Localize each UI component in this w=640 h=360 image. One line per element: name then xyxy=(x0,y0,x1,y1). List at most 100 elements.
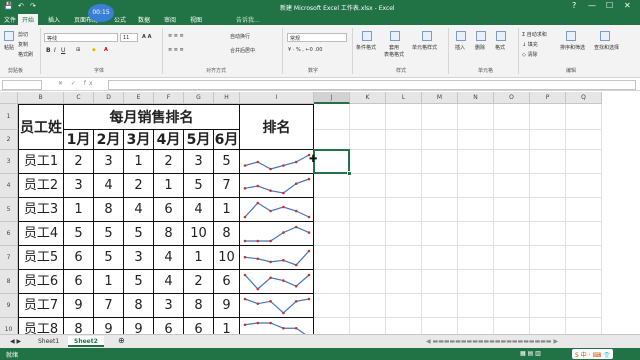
sales-rank-cell[interactable]: 8 xyxy=(154,222,184,246)
sales-rank-cell[interactable]: 4 xyxy=(124,198,154,222)
sales-rank-cell[interactable]: 9 xyxy=(64,294,94,318)
sort-filter-button[interactable]: 排序和筛选 xyxy=(560,44,585,51)
row-header-8[interactable]: 8 xyxy=(0,270,18,294)
cell-style-button[interactable]: 单元格样式 xyxy=(412,44,437,51)
fill-color-icon[interactable]: ◆ xyxy=(92,47,96,53)
sales-rank-cell[interactable]: 3 xyxy=(64,174,94,198)
monthly-rank-header-cell[interactable]: 每月销售排名 xyxy=(64,104,240,130)
currency-icon[interactable]: ¥ · % , ←0 .00 xyxy=(288,47,322,53)
column-header-h[interactable]: H xyxy=(214,92,240,104)
row-header-9[interactable]: 9 xyxy=(0,294,18,318)
employee-name-cell[interactable]: 员工8 xyxy=(18,318,64,334)
month-header-cell[interactable]: 5月 xyxy=(184,130,214,150)
sales-rank-cell[interactable]: 5 xyxy=(94,246,124,270)
align-left-icon[interactable]: ≡ ≡ ≡ xyxy=(168,47,184,53)
tab-view[interactable]: 视图 xyxy=(190,15,202,24)
sales-rank-cell[interactable]: 5 xyxy=(214,150,240,174)
fill-button[interactable]: ↓ 填充 xyxy=(522,41,538,48)
sales-rank-cell[interactable]: 9 xyxy=(94,318,124,334)
close-button[interactable]: ✕ xyxy=(624,1,631,10)
sales-rank-cell[interactable]: 5 xyxy=(124,222,154,246)
sales-rank-cell[interactable]: 9 xyxy=(124,318,154,334)
help-icon[interactable]: ? xyxy=(572,1,576,10)
column-header-n[interactable]: N xyxy=(458,92,494,104)
tab-home[interactable]: 开始 xyxy=(18,14,39,25)
sales-rank-cell[interactable]: 6 xyxy=(214,270,240,294)
column-header-c[interactable]: C xyxy=(64,92,94,104)
tell-me-box[interactable]: 告诉我... xyxy=(236,15,260,24)
row-header-2[interactable]: 2 xyxy=(0,130,18,150)
number-format-select[interactable]: 常规 xyxy=(287,33,347,42)
conditional-format-icon[interactable] xyxy=(362,31,372,41)
sales-rank-cell[interactable]: 1 xyxy=(124,150,154,174)
format-painter-button[interactable]: 格式刷 xyxy=(18,51,33,58)
sales-rank-cell[interactable]: 1 xyxy=(214,198,240,222)
add-sheet-button[interactable]: ⊕ xyxy=(112,336,131,347)
selected-cell[interactable] xyxy=(313,149,350,174)
insert-cells-button[interactable]: 插入 xyxy=(455,44,465,51)
sales-rank-cell[interactable]: 1 xyxy=(154,174,184,198)
underline-icon[interactable]: U xyxy=(61,47,65,54)
column-header-k[interactable]: K xyxy=(350,92,386,104)
column-header-j[interactable]: J xyxy=(314,92,350,104)
sales-rank-cell[interactable]: 6 xyxy=(64,246,94,270)
sparkline-cell[interactable] xyxy=(240,174,314,198)
column-header-d[interactable]: D xyxy=(94,92,124,104)
sales-rank-cell[interactable]: 9 xyxy=(214,294,240,318)
conditional-format-button[interactable]: 条件格式 xyxy=(356,44,376,51)
tab-review[interactable]: 审阅 xyxy=(164,15,176,24)
format-cells-icon[interactable] xyxy=(496,31,506,41)
align-top-icon[interactable]: ≡ ≡ ≡ xyxy=(168,33,184,39)
sheet-tab-sheet1[interactable]: Sheet1 xyxy=(32,336,65,347)
select-all-corner[interactable] xyxy=(0,92,18,104)
sales-rank-cell[interactable]: 6 xyxy=(154,318,184,334)
sales-rank-cell[interactable]: 6 xyxy=(64,270,94,294)
sales-rank-cell[interactable]: 1 xyxy=(94,270,124,294)
sparkline-cell[interactable] xyxy=(240,198,314,222)
sales-rank-cell[interactable]: 6 xyxy=(154,198,184,222)
column-header-i[interactable]: I xyxy=(240,92,314,104)
merge-center-button[interactable]: 合并后居中 xyxy=(230,47,255,54)
column-header-f[interactable]: F xyxy=(154,92,184,104)
month-header-cell[interactable]: 2月 xyxy=(94,130,124,150)
find-select-button[interactable]: 查找和选择 xyxy=(594,44,619,51)
month-header-cell[interactable]: 3月 xyxy=(124,130,154,150)
tab-data[interactable]: 数据 xyxy=(138,15,150,24)
sort-filter-icon[interactable] xyxy=(566,31,576,41)
sparkline-cell[interactable] xyxy=(240,270,314,294)
cut-button[interactable]: 剪切 xyxy=(18,31,28,38)
clear-button[interactable]: ◇ 清除 xyxy=(522,51,537,58)
delete-cells-button[interactable]: 删除 xyxy=(475,44,485,51)
rank-header-cell[interactable]: 排名 xyxy=(240,104,314,150)
column-header-e[interactable]: E xyxy=(124,92,154,104)
column-header-o[interactable]: O xyxy=(494,92,530,104)
italic-icon[interactable]: I xyxy=(54,47,56,54)
sales-rank-cell[interactable]: 7 xyxy=(214,174,240,198)
sparkline-cell[interactable] xyxy=(240,294,314,318)
sales-rank-cell[interactable]: 8 xyxy=(184,294,214,318)
row-header-10[interactable]: 10 xyxy=(0,318,18,334)
sales-rank-cell[interactable]: 1 xyxy=(64,198,94,222)
view-mode-icon[interactable]: ▦ ▤ ▥ xyxy=(520,350,541,357)
wrap-text-button[interactable]: 自动换行 xyxy=(230,33,250,40)
sales-rank-cell[interactable]: 5 xyxy=(124,270,154,294)
sales-rank-cell[interactable]: 8 xyxy=(94,198,124,222)
sales-rank-cell[interactable]: 8 xyxy=(124,294,154,318)
paste-icon[interactable] xyxy=(4,31,14,41)
sparkline-cell[interactable] xyxy=(240,222,314,246)
sales-rank-cell[interactable]: 6 xyxy=(184,318,214,334)
format-as-table-button[interactable]: 套用 表格格式 xyxy=(384,44,404,58)
column-header-p[interactable]: P xyxy=(530,92,566,104)
sales-rank-cell[interactable]: 2 xyxy=(184,270,214,294)
column-header-m[interactable]: M xyxy=(422,92,458,104)
employee-name-cell[interactable]: 员工4 xyxy=(18,222,64,246)
employee-name-cell[interactable]: 员工7 xyxy=(18,294,64,318)
sales-rank-cell[interactable]: 5 xyxy=(184,174,214,198)
copy-button[interactable]: 复制 xyxy=(18,41,28,48)
redo-icon[interactable]: ↷ xyxy=(30,2,36,10)
sales-rank-cell[interactable]: 2 xyxy=(154,150,184,174)
name-box[interactable] xyxy=(2,80,42,90)
bold-icon[interactable]: B xyxy=(46,47,51,54)
sales-rank-cell[interactable]: 8 xyxy=(214,222,240,246)
formula-fx-icon[interactable]: ✕ ✓ fx xyxy=(58,80,96,87)
